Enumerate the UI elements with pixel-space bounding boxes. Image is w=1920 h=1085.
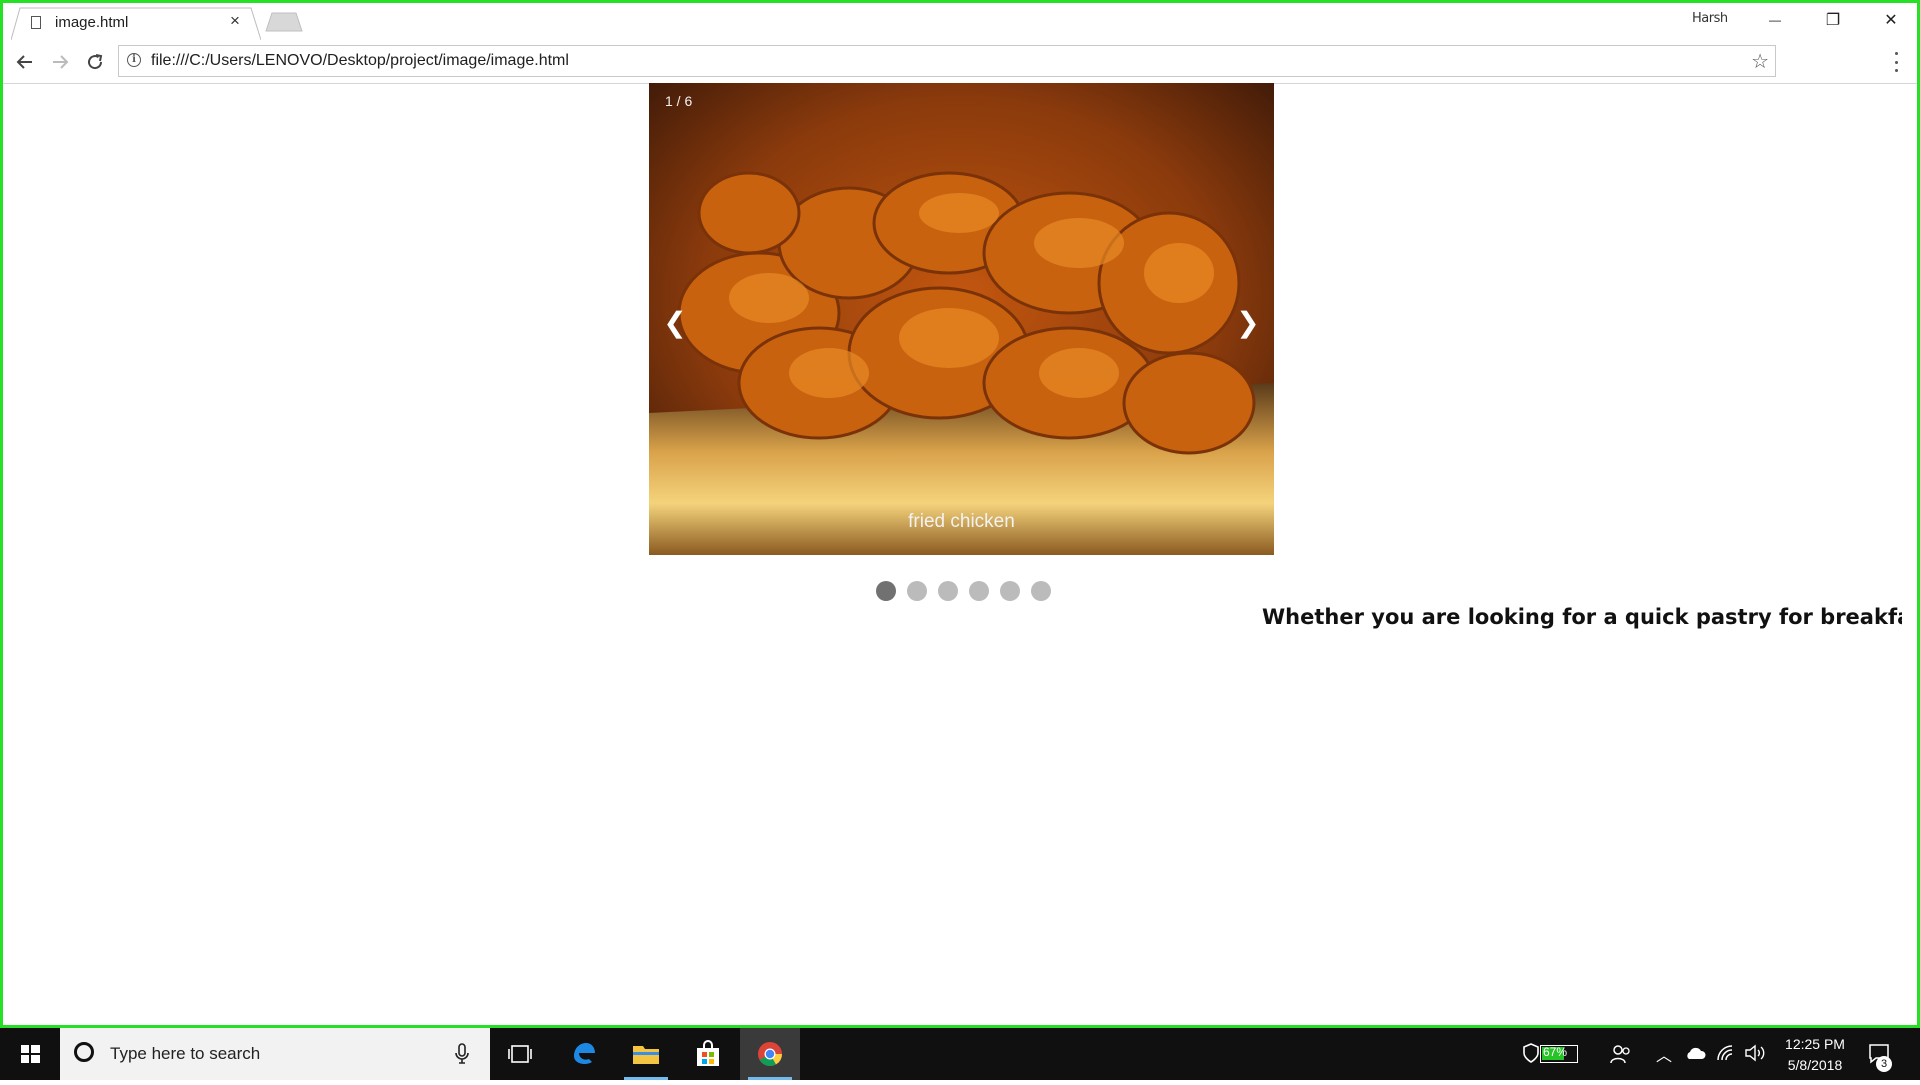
slide-dots [876,581,1051,601]
chrome-icon [758,1042,782,1067]
slide-dot-6[interactable] [1031,581,1051,601]
edge-app[interactable] [554,1028,614,1080]
task-view-button[interactable] [490,1028,550,1080]
scrolling-marquee-text: Whether you are looking for a quick past… [1262,605,1920,629]
browser-window: image.html × Harsh — ❐ ✕ i file:///C:/Us… [0,0,1920,1028]
browser-menu-icon[interactable] [1893,52,1899,72]
wifi-icon[interactable] [1716,1044,1736,1062]
vertical-scrollbar[interactable] [1902,84,1917,1025]
slide-dot-4[interactable] [969,581,989,601]
reload-button[interactable] [81,48,109,76]
minimize-button[interactable]: — [1746,5,1804,35]
info-icon[interactable]: i [127,53,141,67]
reload-icon [88,54,103,70]
tab-close-icon[interactable]: × [230,11,240,31]
store-icon [697,1040,719,1066]
slide-dot-1[interactable] [876,581,896,601]
profile-name[interactable]: Harsh [1692,11,1728,26]
address-bar[interactable]: i file:///C:/Users/LENOVO/Desktop/projec… [118,45,1776,77]
slide-dot-3[interactable] [938,581,958,601]
page-icon [31,16,41,29]
notification-count-badge: 3 [1876,1056,1892,1072]
bookmark-star-icon[interactable]: ☆ [1751,49,1769,74]
slide-dot-5[interactable] [1000,581,1020,601]
tab-strip: image.html × Harsh — ❐ ✕ [3,3,1917,40]
folder-icon [633,1046,659,1064]
restore-icon: ❐ [1825,12,1841,29]
slide-image [649,83,1274,555]
chevron-up-icon[interactable]: ︿ [1656,1042,1672,1066]
slide-caption: fried chicken [908,511,1015,532]
taskbar-search[interactable]: Type here to search [60,1028,490,1080]
clock-date: 5/8/2018 [1787,1057,1843,1073]
battery-percent: 67% [1543,1045,1568,1059]
close-window-button[interactable]: ✕ [1862,5,1917,35]
onedrive-cloud-icon[interactable] [1684,1045,1706,1061]
people-icon[interactable] [1610,1043,1632,1065]
defender-shield-icon[interactable] [1522,1043,1540,1063]
restore-button[interactable]: ❐ [1804,5,1862,35]
store-app[interactable] [678,1028,738,1080]
taskbar: Type here to search 67% ︿ 12:25 PM 5/8/2… [0,1028,1920,1080]
url-text[interactable]: file:///C:/Users/LENOVO/Desktop/project/… [151,52,569,70]
clock[interactable]: 12:25 PM 5/8/2018 [1780,1034,1850,1076]
slide-dot-2[interactable] [907,581,927,601]
forward-button[interactable] [46,48,74,76]
task-view-icon [508,1045,532,1063]
chrome-app[interactable] [740,1028,800,1080]
microphone-icon[interactable] [454,1042,470,1066]
start-button[interactable] [0,1028,60,1080]
forward-arrow-icon [53,55,69,69]
tab-image-html[interactable]: image.html × [25,7,261,40]
edge-icon [574,1043,595,1064]
slide-counter: 1 / 6 [665,93,693,109]
slideshow: 1 / 6 ❮ ❯ fried chicken [649,83,1274,555]
minimize-icon: — [1769,13,1781,27]
search-placeholder: Type here to search [110,1044,261,1063]
clock-time: 12:25 PM [1785,1036,1845,1052]
back-arrow-icon [16,55,32,69]
previous-slide-button[interactable]: ❮ [655,303,695,343]
cortana-icon [74,1042,94,1062]
browser-toolbar: i file:///C:/Users/LENOVO/Desktop/projec… [3,40,1917,84]
file-explorer-app[interactable] [616,1028,676,1080]
volume-icon[interactable] [1744,1044,1766,1062]
new-tab-button[interactable] [265,12,303,32]
battery-icon[interactable]: 67% [1540,1045,1578,1063]
windows-logo-icon [21,1045,40,1063]
back-button[interactable] [11,48,39,76]
next-slide-button[interactable]: ❯ [1228,303,1268,343]
tab-title: image.html [55,14,129,31]
close-icon: ✕ [1884,12,1898,29]
